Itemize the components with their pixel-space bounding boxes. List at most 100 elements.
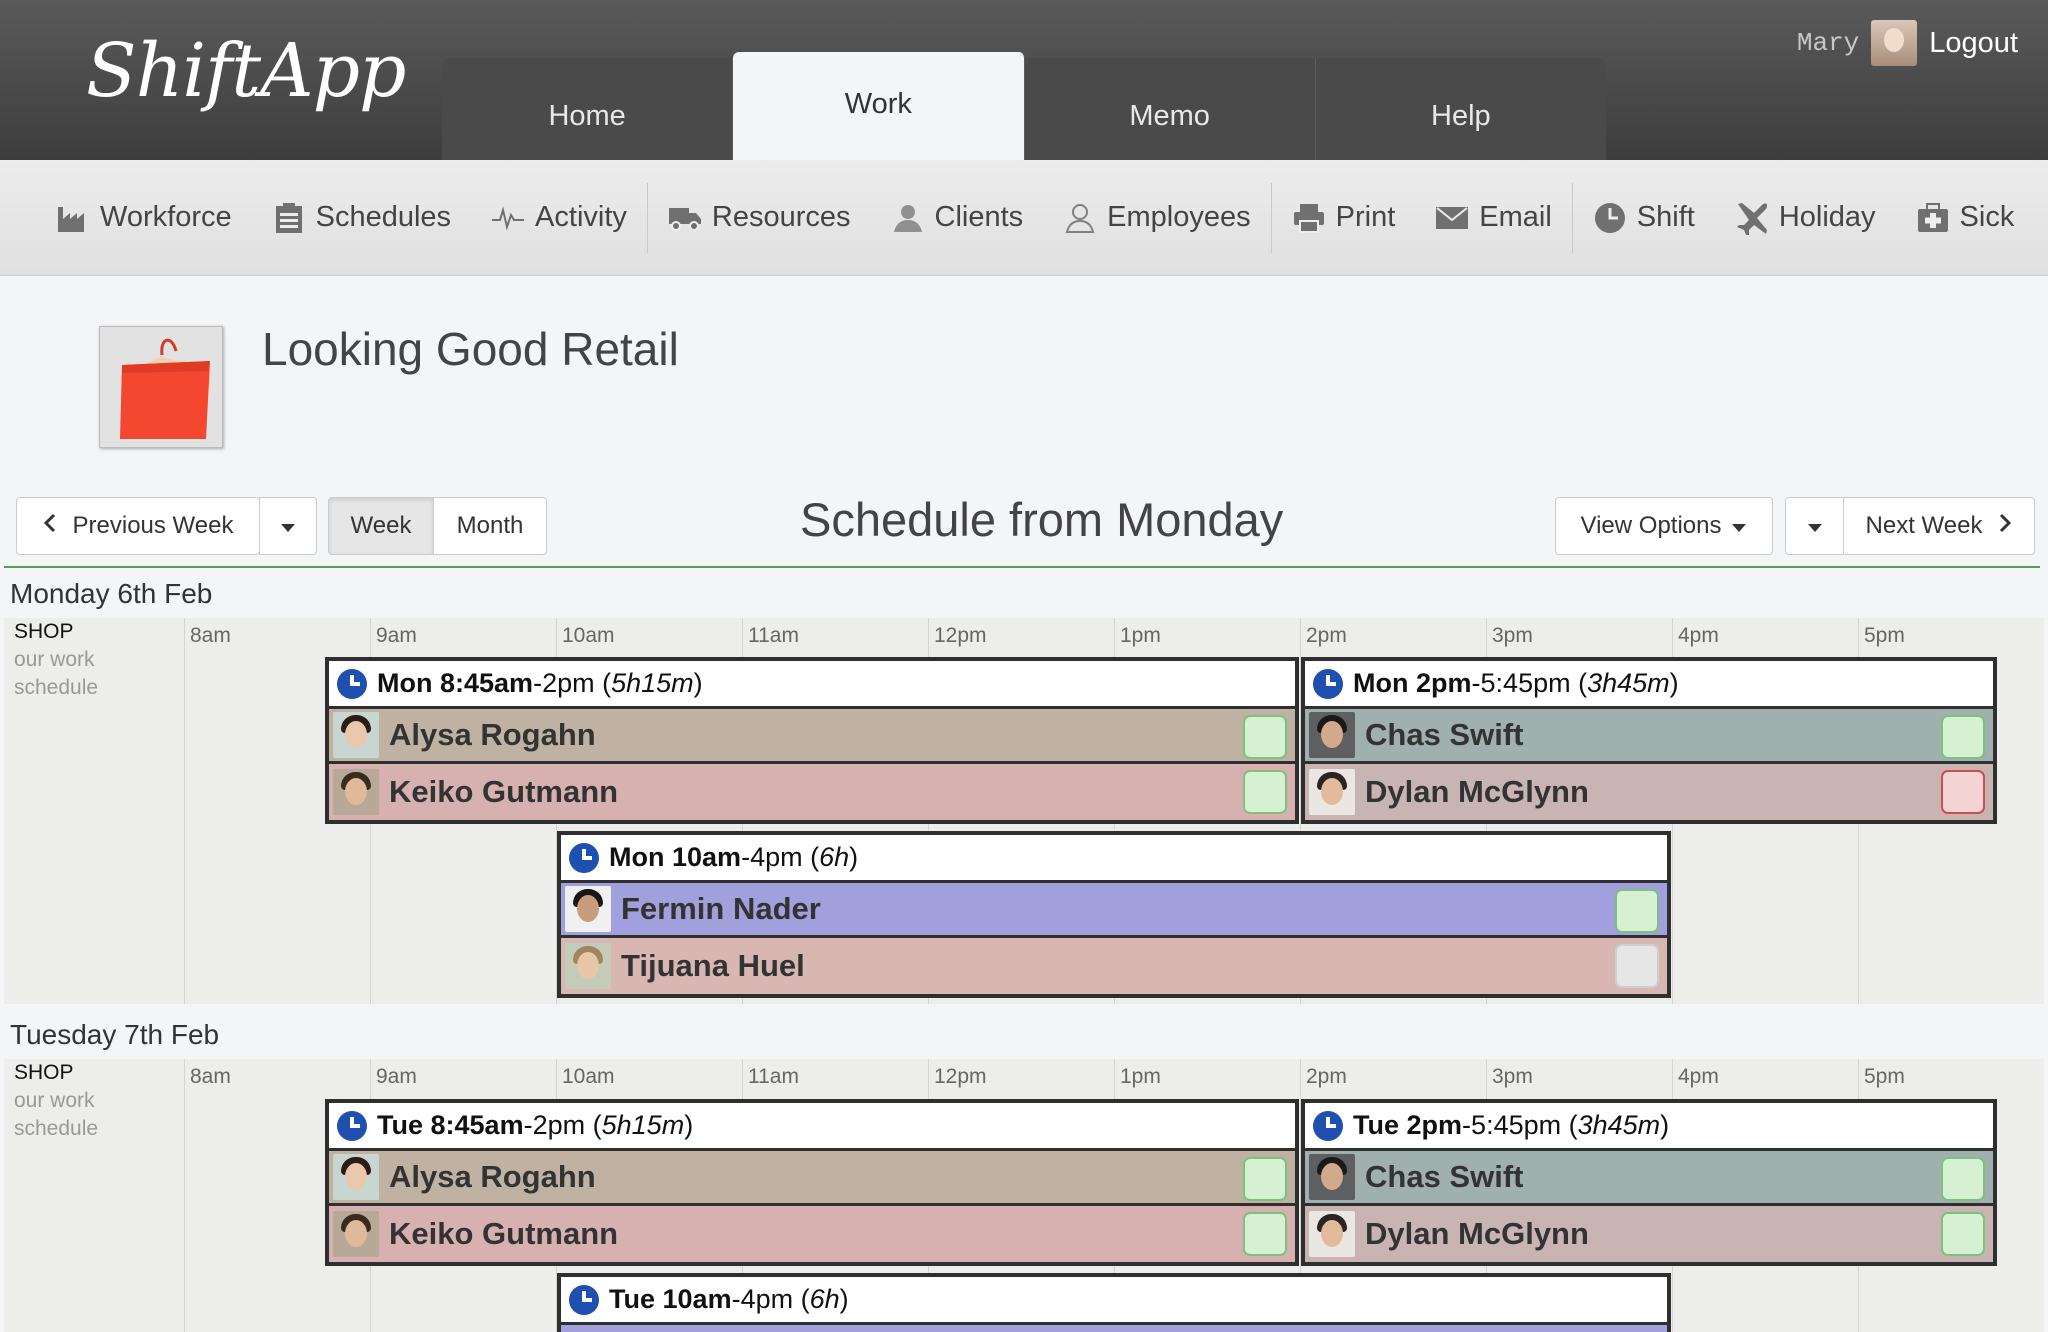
shift-employee-row[interactable]: Fermin Nader (561, 883, 1667, 938)
shift-employee-row[interactable]: Alysa Rogahn (329, 709, 1295, 764)
shopping-bag-icon (100, 327, 222, 447)
shift-end: 4pm (750, 842, 803, 872)
shift-employee-row[interactable]: Keiko Gutmann (329, 764, 1295, 820)
status-confirmed-badge[interactable] (1243, 770, 1287, 814)
shift-card[interactable]: Mon 10am -4pm (6h) Fermin Nader Tijuana H… (557, 831, 1671, 998)
status-confirmed-badge[interactable] (1941, 1157, 1985, 1201)
shift-end: 5:45pm (1480, 668, 1571, 698)
status-pending-badge[interactable] (1615, 944, 1659, 988)
shift-duration: 3h45m (1577, 1110, 1661, 1140)
hour-label: 4pm (1678, 624, 1719, 647)
activity-button[interactable]: Activity (471, 160, 647, 276)
printer-icon (1292, 201, 1326, 235)
status-confirmed-badge[interactable] (1941, 1212, 1985, 1256)
shift-button[interactable]: Shift (1573, 160, 1715, 276)
shift-card[interactable]: Tue 10am -4pm (6h) (557, 1273, 1671, 1332)
resources-label: Resources (711, 201, 851, 233)
status-declined-badge[interactable] (1941, 770, 1985, 814)
workforce-button[interactable]: Workforce (36, 160, 252, 276)
shift-employee-row[interactable]: Keiko Gutmann (329, 1206, 1295, 1262)
resources-button[interactable]: Resources (648, 160, 871, 276)
shift-duration: 5h15m (601, 1110, 685, 1140)
shift-card[interactable]: Mon 8:45am -2pm (5h15m) Alysa Rogahn Keik… (325, 657, 1299, 824)
shift-employee-row[interactable]: Dylan McGlynn (1305, 1206, 1993, 1262)
shift-label: Shift (1636, 201, 1695, 233)
employee-name: Alysa Rogahn (389, 1159, 596, 1194)
user-avatar[interactable] (1871, 20, 1918, 66)
shift-employee-row[interactable]: Alysa Rogahn (329, 1151, 1295, 1206)
shift-employee-row[interactable]: Dylan McGlynn (1305, 764, 1993, 820)
tab-memo[interactable]: Memo (1025, 58, 1316, 160)
shift-day: Mon (377, 668, 433, 698)
hour-label: 3pm (1492, 624, 1533, 647)
sick-label: Sick (1959, 201, 2015, 233)
hour-label: 3pm (1492, 1065, 1533, 1088)
hour-label: 4pm (1678, 1065, 1719, 1088)
status-confirmed-badge[interactable] (1243, 715, 1287, 759)
shift-duration: 3h45m (1587, 668, 1670, 698)
shift-header[interactable]: Tue 8:45am -2pm (5h15m) (329, 1103, 1295, 1151)
tab-home[interactable]: Home (442, 58, 734, 160)
status-confirmed-badge[interactable] (1243, 1157, 1287, 1201)
shift-header[interactable]: Tue 10am -4pm (6h) (561, 1277, 1667, 1325)
next-week-button[interactable]: Next Week (1843, 497, 2035, 555)
hour-label: 5pm (1864, 1065, 1905, 1088)
factory-icon (56, 201, 90, 235)
holiday-button[interactable]: Holiday (1715, 160, 1896, 276)
shift-employee-row[interactable]: Tijuana Huel (561, 938, 1667, 994)
shift-card[interactable]: Tue 2pm -5:45pm (3h45m) Chas Swift Dylan … (1301, 1099, 1997, 1266)
sick-button[interactable]: Sick (1896, 160, 2035, 276)
shift-duration: 6h (809, 1284, 840, 1314)
shift-duration: 6h (819, 842, 850, 872)
employee-name: Alysa Rogahn (389, 717, 596, 752)
week-view-button[interactable]: Week (328, 497, 434, 555)
status-confirmed-badge[interactable] (1941, 715, 1985, 759)
employees-button[interactable]: Employees (1043, 160, 1270, 276)
logout-link[interactable]: Logout (1929, 27, 2018, 60)
hour-label: 12pm (934, 1065, 987, 1088)
location-description: our work schedule (14, 1089, 99, 1140)
shift-header[interactable]: Mon 2pm -5:45pm (3h45m) (1305, 661, 1993, 709)
hour-label: 9am (376, 1065, 417, 1088)
location-name: SHOP (14, 620, 74, 643)
clock-icon (569, 842, 599, 873)
shift-card[interactable]: Tue 8:45am -2pm (5h15m) Alysa Rogahn Keik… (325, 1099, 1299, 1266)
employee-name: Dylan McGlynn (1365, 774, 1589, 809)
caret-down-icon (280, 512, 296, 540)
avatar (565, 886, 611, 932)
caret-down-icon (1731, 512, 1747, 540)
app-logo[interactable]: ShiftApp (86, 28, 406, 114)
clients-button[interactable]: Clients (871, 160, 1044, 276)
shift-employee-row[interactable]: Chas Swift (1305, 709, 1993, 764)
view-options-label: View Options (1580, 512, 1722, 539)
email-button[interactable]: Email (1415, 160, 1572, 276)
view-options-button[interactable]: View Options (1555, 497, 1773, 555)
print-button[interactable]: Print (1272, 160, 1416, 276)
tab-work[interactable]: Work (733, 52, 1025, 160)
shift-start: 2pm (1416, 668, 1472, 698)
shift-header[interactable]: Mon 10am -4pm (6h) (561, 835, 1667, 883)
shift-header[interactable]: Tue 2pm -5:45pm (3h45m) (1305, 1103, 1993, 1151)
shift-start: 10am (672, 842, 742, 872)
previous-week-button[interactable]: Previous Week (16, 497, 260, 555)
schedules-label: Schedules (315, 201, 452, 233)
previous-week-dropdown[interactable] (259, 497, 317, 555)
schedule-title: Schedule from Monday (800, 493, 1284, 546)
avatar (1309, 769, 1355, 815)
shift-header[interactable]: Mon 8:45am -2pm (5h15m) (329, 661, 1295, 709)
employee-name: Dylan McGlynn (1365, 1216, 1589, 1251)
shift-employee-row[interactable] (561, 1325, 1667, 1332)
status-confirmed-badge[interactable] (1243, 1212, 1287, 1256)
month-view-button[interactable]: Month (433, 497, 547, 555)
schedules-button[interactable]: Schedules (252, 160, 471, 276)
status-confirmed-badge[interactable] (1615, 889, 1659, 933)
shift-card[interactable]: Mon 2pm -5:45pm (3h45m) Chas Swift Dylan … (1301, 657, 1997, 824)
user-area: Mary Logout (1797, 20, 2018, 66)
envelope-icon (1435, 201, 1469, 235)
next-week-dropdown[interactable] (1785, 497, 1844, 555)
shift-employee-row[interactable]: Chas Swift (1305, 1151, 1993, 1206)
hour-label: 10am (562, 624, 615, 647)
location-name: SHOP (14, 1061, 74, 1084)
tab-help[interactable]: Help (1316, 58, 1606, 160)
previous-week-label: Previous Week (72, 512, 234, 539)
